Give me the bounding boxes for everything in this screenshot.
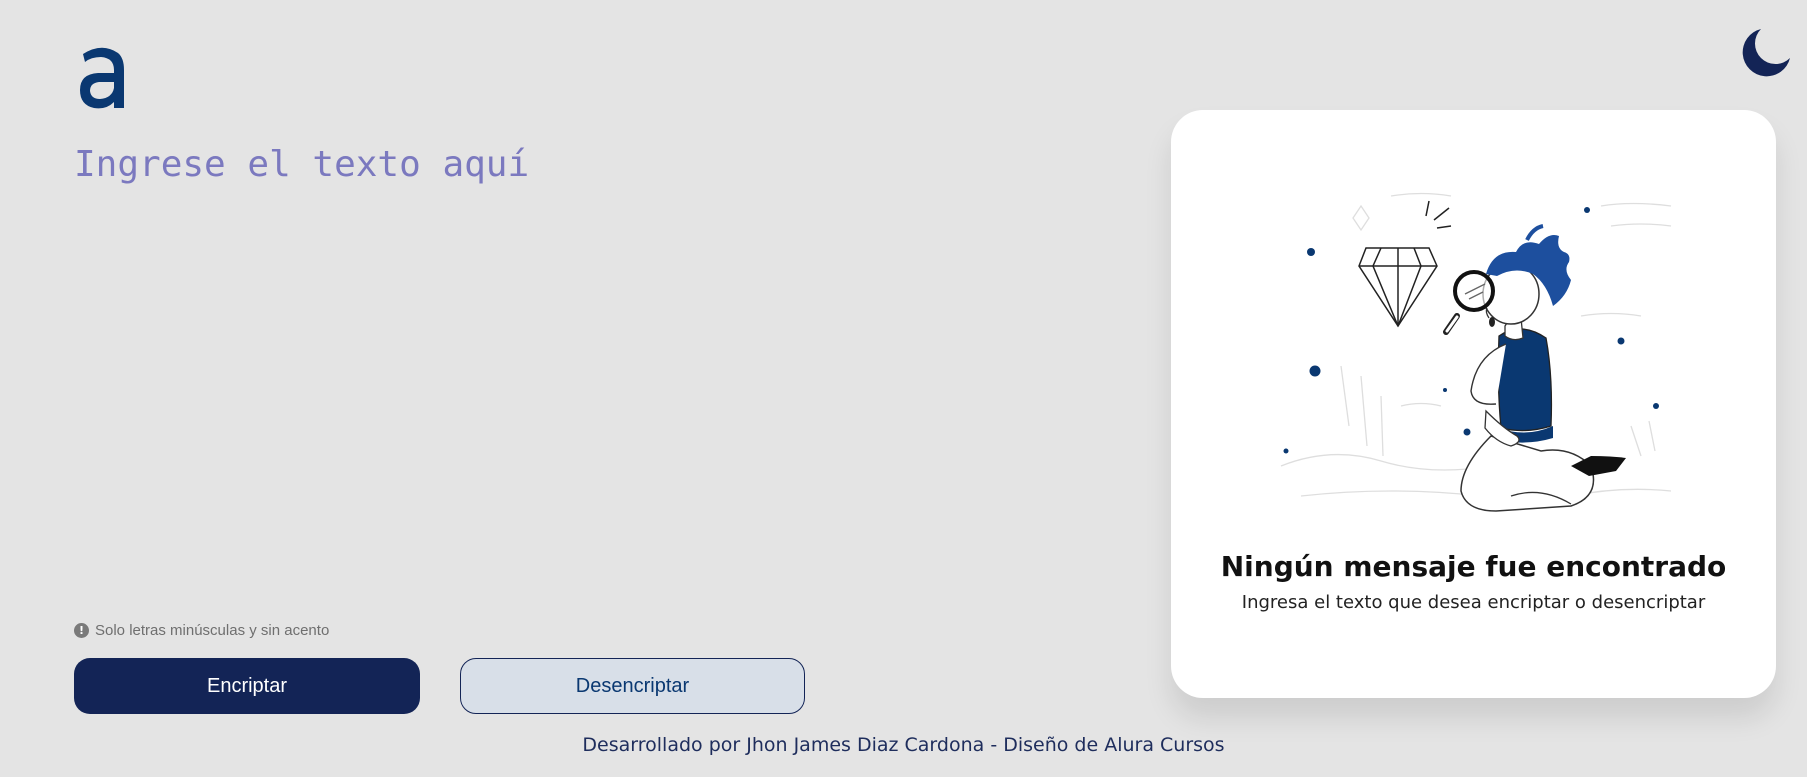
info-icon: !: [74, 623, 89, 638]
hint-text: Solo letras minúsculas y sin acento: [95, 622, 330, 639]
person-magnifying-glass-illustration: [1280, 192, 1672, 512]
result-panel: Ningún mensaje fue encontrado Ingresa el…: [1171, 110, 1776, 698]
hint: ! Solo letras minúsculas y sin acento: [74, 622, 329, 639]
alura-logo: [80, 47, 124, 109]
footer-credits: Desarrollado por Jhon James Diaz Cardona…: [582, 734, 1225, 756]
decrypt-button[interactable]: Desencriptar: [460, 658, 805, 714]
moon-icon[interactable]: [1740, 26, 1792, 78]
result-subtitle: Ingresa el texto que desea encriptar o d…: [1241, 592, 1706, 613]
result-title: Ningún mensaje fue encontrado: [1220, 550, 1727, 583]
encrypt-button[interactable]: Encriptar: [74, 658, 420, 714]
text-input[interactable]: [74, 140, 1094, 590]
